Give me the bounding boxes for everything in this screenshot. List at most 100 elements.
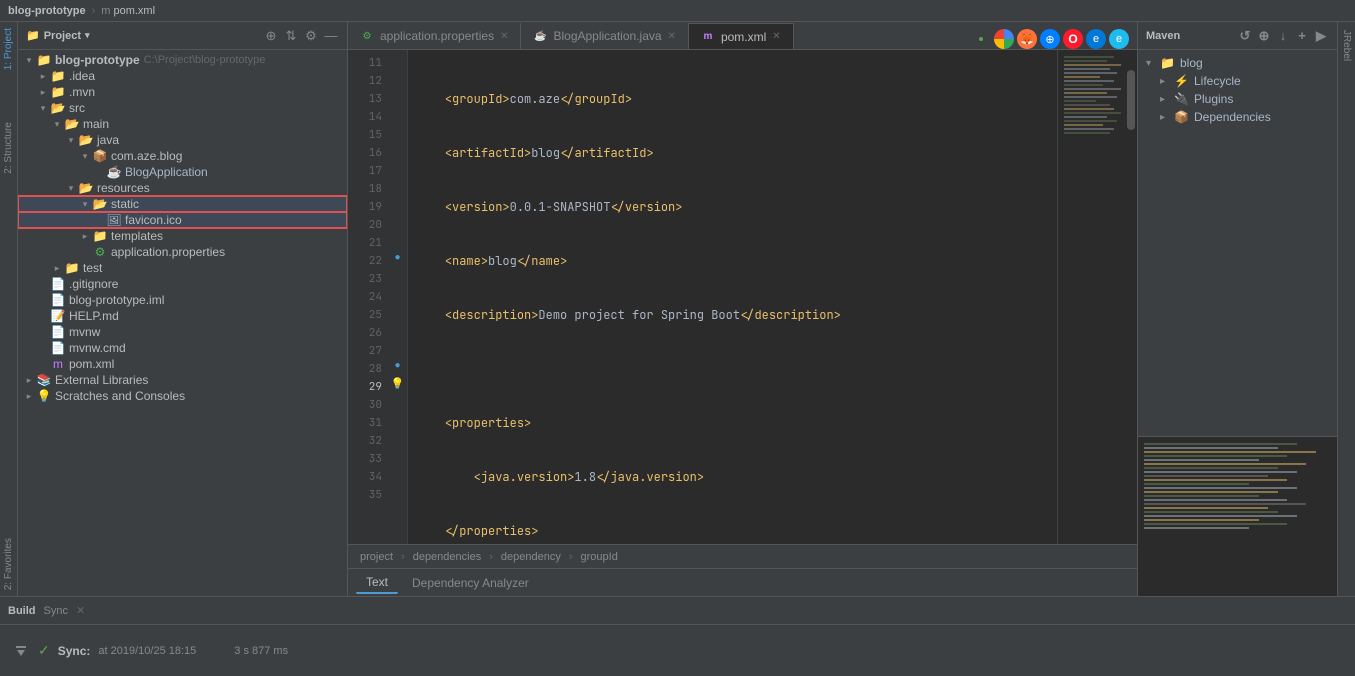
folder-icon-java: 📂 <box>78 133 94 147</box>
tree-item-favicon[interactable]: 🖼 favicon.ico <box>18 212 347 228</box>
tree-toggle-mvn[interactable]: ▸ <box>36 87 50 98</box>
build-sync-tab[interactable]: Sync <box>44 605 68 617</box>
tree-item-pom[interactable]: m pom.xml <box>18 356 347 372</box>
fold-indicator-28[interactable]: ● <box>394 360 400 371</box>
maven-add-button[interactable]: + <box>1294 28 1310 44</box>
maven-download-button[interactable]: ↓ <box>1275 28 1291 44</box>
tree-toggle-scratches[interactable]: ▸ <box>22 391 36 402</box>
tree-toggle-root[interactable]: ▾ <box>22 55 36 66</box>
tab-close-maven[interactable]: ✕ <box>772 31 780 42</box>
maven-toggle-blog[interactable]: ▾ <box>1146 58 1160 69</box>
tree-item-app-props[interactable]: ⚙ application.properties <box>18 244 347 260</box>
ie-icon[interactable]: e <box>1109 29 1129 49</box>
maven-header: Maven ↺ ⊕ ↓ + ▶ <box>1138 22 1337 50</box>
chrome-icon[interactable] <box>994 29 1014 49</box>
bottom-tab-dependency-analyzer[interactable]: Dependency Analyzer <box>402 572 539 594</box>
tree-toggle-package[interactable]: ▾ <box>78 151 92 162</box>
maven-title: Maven <box>1146 30 1180 42</box>
bottom-tab-text[interactable]: Text <box>356 572 398 594</box>
tree-item-package[interactable]: ▾ 📦 com.aze.blog <box>18 148 347 164</box>
tree-item-idea[interactable]: ▸ 📁 .idea <box>18 68 347 84</box>
tree-label-root: blog-prototype <box>55 53 140 67</box>
maven-toggle-lifecycle[interactable]: ▸ <box>1160 76 1174 87</box>
tree-item-main[interactable]: ▾ 📂 main <box>18 116 347 132</box>
code-content[interactable]: <groupId>com.aze</groupId> <artifactId>b… <box>408 50 1057 544</box>
folder-icon-src: 📂 <box>50 101 66 115</box>
tree-item-iml[interactable]: 📄 blog-prototype.iml <box>18 292 347 308</box>
tree-toggle-idea[interactable]: ▸ <box>36 71 50 82</box>
locate-file-button[interactable]: ⊕ <box>263 28 279 44</box>
tree-item-static[interactable]: ▾ 📂 static <box>18 196 347 212</box>
tree-item-scratches[interactable]: ▸ 💡 Scratches and Consoles <box>18 388 347 404</box>
tree-item-mvnw[interactable]: 📄 mvnw <box>18 324 347 340</box>
sidebar-tab-structure[interactable]: 2: Structure <box>0 116 17 180</box>
tree-label-app-props: application.properties <box>111 245 225 259</box>
scroll-from-source-button[interactable]: ⇅ <box>283 28 299 44</box>
firefox-icon[interactable]: 🦊 <box>1017 29 1037 49</box>
build-close-button[interactable]: ✕ <box>76 604 85 617</box>
tree-toggle-java-folder[interactable]: ▾ <box>64 135 78 146</box>
editor-bottom-tabs: Text Dependency Analyzer <box>348 568 1137 596</box>
lifecycle-icon: ⚡ <box>1174 74 1190 88</box>
tree-item-resources[interactable]: ▾ 📂 resources <box>18 180 347 196</box>
tree-toggle-static[interactable]: ▾ <box>78 199 92 210</box>
folder-icon-mvn: 📁 <box>50 85 66 99</box>
tree-item-java-folder[interactable]: ▾ 📂 java <box>18 132 347 148</box>
sidebar-tab-favorites[interactable]: 2: Favorites <box>0 532 17 596</box>
maven-item-lifecycle[interactable]: ▸ ⚡ Lifecycle <box>1138 72 1337 90</box>
build-scroll-to-end[interactable] <box>12 644 30 658</box>
maven-refresh-button[interactable]: ↺ <box>1237 28 1253 44</box>
tree-item-src[interactable]: ▾ 📂 src <box>18 100 347 116</box>
build-title: Build <box>8 605 36 617</box>
tree-toggle-templates[interactable]: ▸ <box>78 231 92 242</box>
tree-item-gitignore[interactable]: 📄 .gitignore <box>18 276 347 292</box>
maven-locate-button[interactable]: ⊕ <box>1256 28 1272 44</box>
maven-toggle-dependencies[interactable]: ▸ <box>1160 112 1174 123</box>
tab-application-properties[interactable]: ⚙ application.properties ✕ <box>348 23 521 49</box>
tree-label-ext-libs: External Libraries <box>55 373 148 387</box>
maven-item-dependencies[interactable]: ▸ 📦 Dependencies <box>1138 108 1337 126</box>
maven-item-plugins[interactable]: ▸ 🔌 Plugins <box>1138 90 1337 108</box>
settings-button[interactable]: ⚙ <box>303 28 319 44</box>
tree-item-mvn[interactable]: ▸ 📁 .mvn <box>18 84 347 100</box>
maven-icon: m <box>50 357 66 371</box>
tree-item-help[interactable]: 📝 HELP.md <box>18 308 347 324</box>
md-icon: 📝 <box>50 309 66 323</box>
tree-item-test[interactable]: ▸ 📁 test <box>18 260 347 276</box>
tab-close-java[interactable]: ✕ <box>668 31 676 42</box>
title-project: blog-prototype <box>8 5 86 17</box>
tree-toggle-ext-libs[interactable]: ▸ <box>22 375 36 386</box>
jrebel-tab[interactable]: JRebel <box>1338 22 1355 69</box>
breadcrumb-project: project <box>360 551 393 563</box>
scroll-to-end-icon <box>14 644 28 658</box>
build-time: at 2019/10/25 18:15 <box>98 645 196 657</box>
tab-blogapplication[interactable]: ☕ BlogApplication.java ✕ <box>521 23 688 49</box>
scroll-preview <box>1057 50 1137 544</box>
tree-item-mvnw-cmd[interactable]: 📄 mvnw.cmd <box>18 340 347 356</box>
iml-icon: 📄 <box>50 293 66 307</box>
tab-close-props[interactable]: ✕ <box>500 31 508 42</box>
fold-indicator-22[interactable]: ● <box>394 252 400 263</box>
folder-icon: 📁 <box>26 29 40 42</box>
edge-icon[interactable]: e <box>1086 29 1106 49</box>
safari-icon[interactable]: ⊕ <box>1040 29 1060 49</box>
folder-icon-idea: 📁 <box>50 69 66 83</box>
tab-pom-xml[interactable]: m pom.xml ✕ <box>689 23 794 49</box>
close-panel-button[interactable]: — <box>323 28 339 44</box>
tree-toggle-src[interactable]: ▾ <box>36 103 50 114</box>
maven-toggle-plugins[interactable]: ▸ <box>1160 94 1174 105</box>
scrollbar-thumb[interactable] <box>1127 70 1135 130</box>
tree-item-blogapp[interactable]: ☕ BlogApplication <box>18 164 347 180</box>
tree-item-external-libs[interactable]: ▸ 📚 External Libraries <box>18 372 347 388</box>
tree-toggle-resources[interactable]: ▾ <box>64 183 78 194</box>
warning-indicator-29[interactable]: 💡 <box>391 377 405 390</box>
breadcrumb-dependencies: dependencies <box>413 551 482 563</box>
opera-icon[interactable]: O <box>1063 29 1083 49</box>
tree-toggle-main[interactable]: ▾ <box>50 119 64 130</box>
maven-run-button[interactable]: ▶ <box>1313 28 1329 44</box>
tree-item-templates[interactable]: ▸ 📁 templates <box>18 228 347 244</box>
maven-item-blog[interactable]: ▾ 📁 blog <box>1138 54 1337 72</box>
tree-item-root[interactable]: ▾ 📁 blog-prototype C:\Project\blog-proto… <box>18 52 347 68</box>
sidebar-tab-project[interactable]: 1: Project <box>0 22 17 76</box>
tree-toggle-test[interactable]: ▸ <box>50 263 64 274</box>
